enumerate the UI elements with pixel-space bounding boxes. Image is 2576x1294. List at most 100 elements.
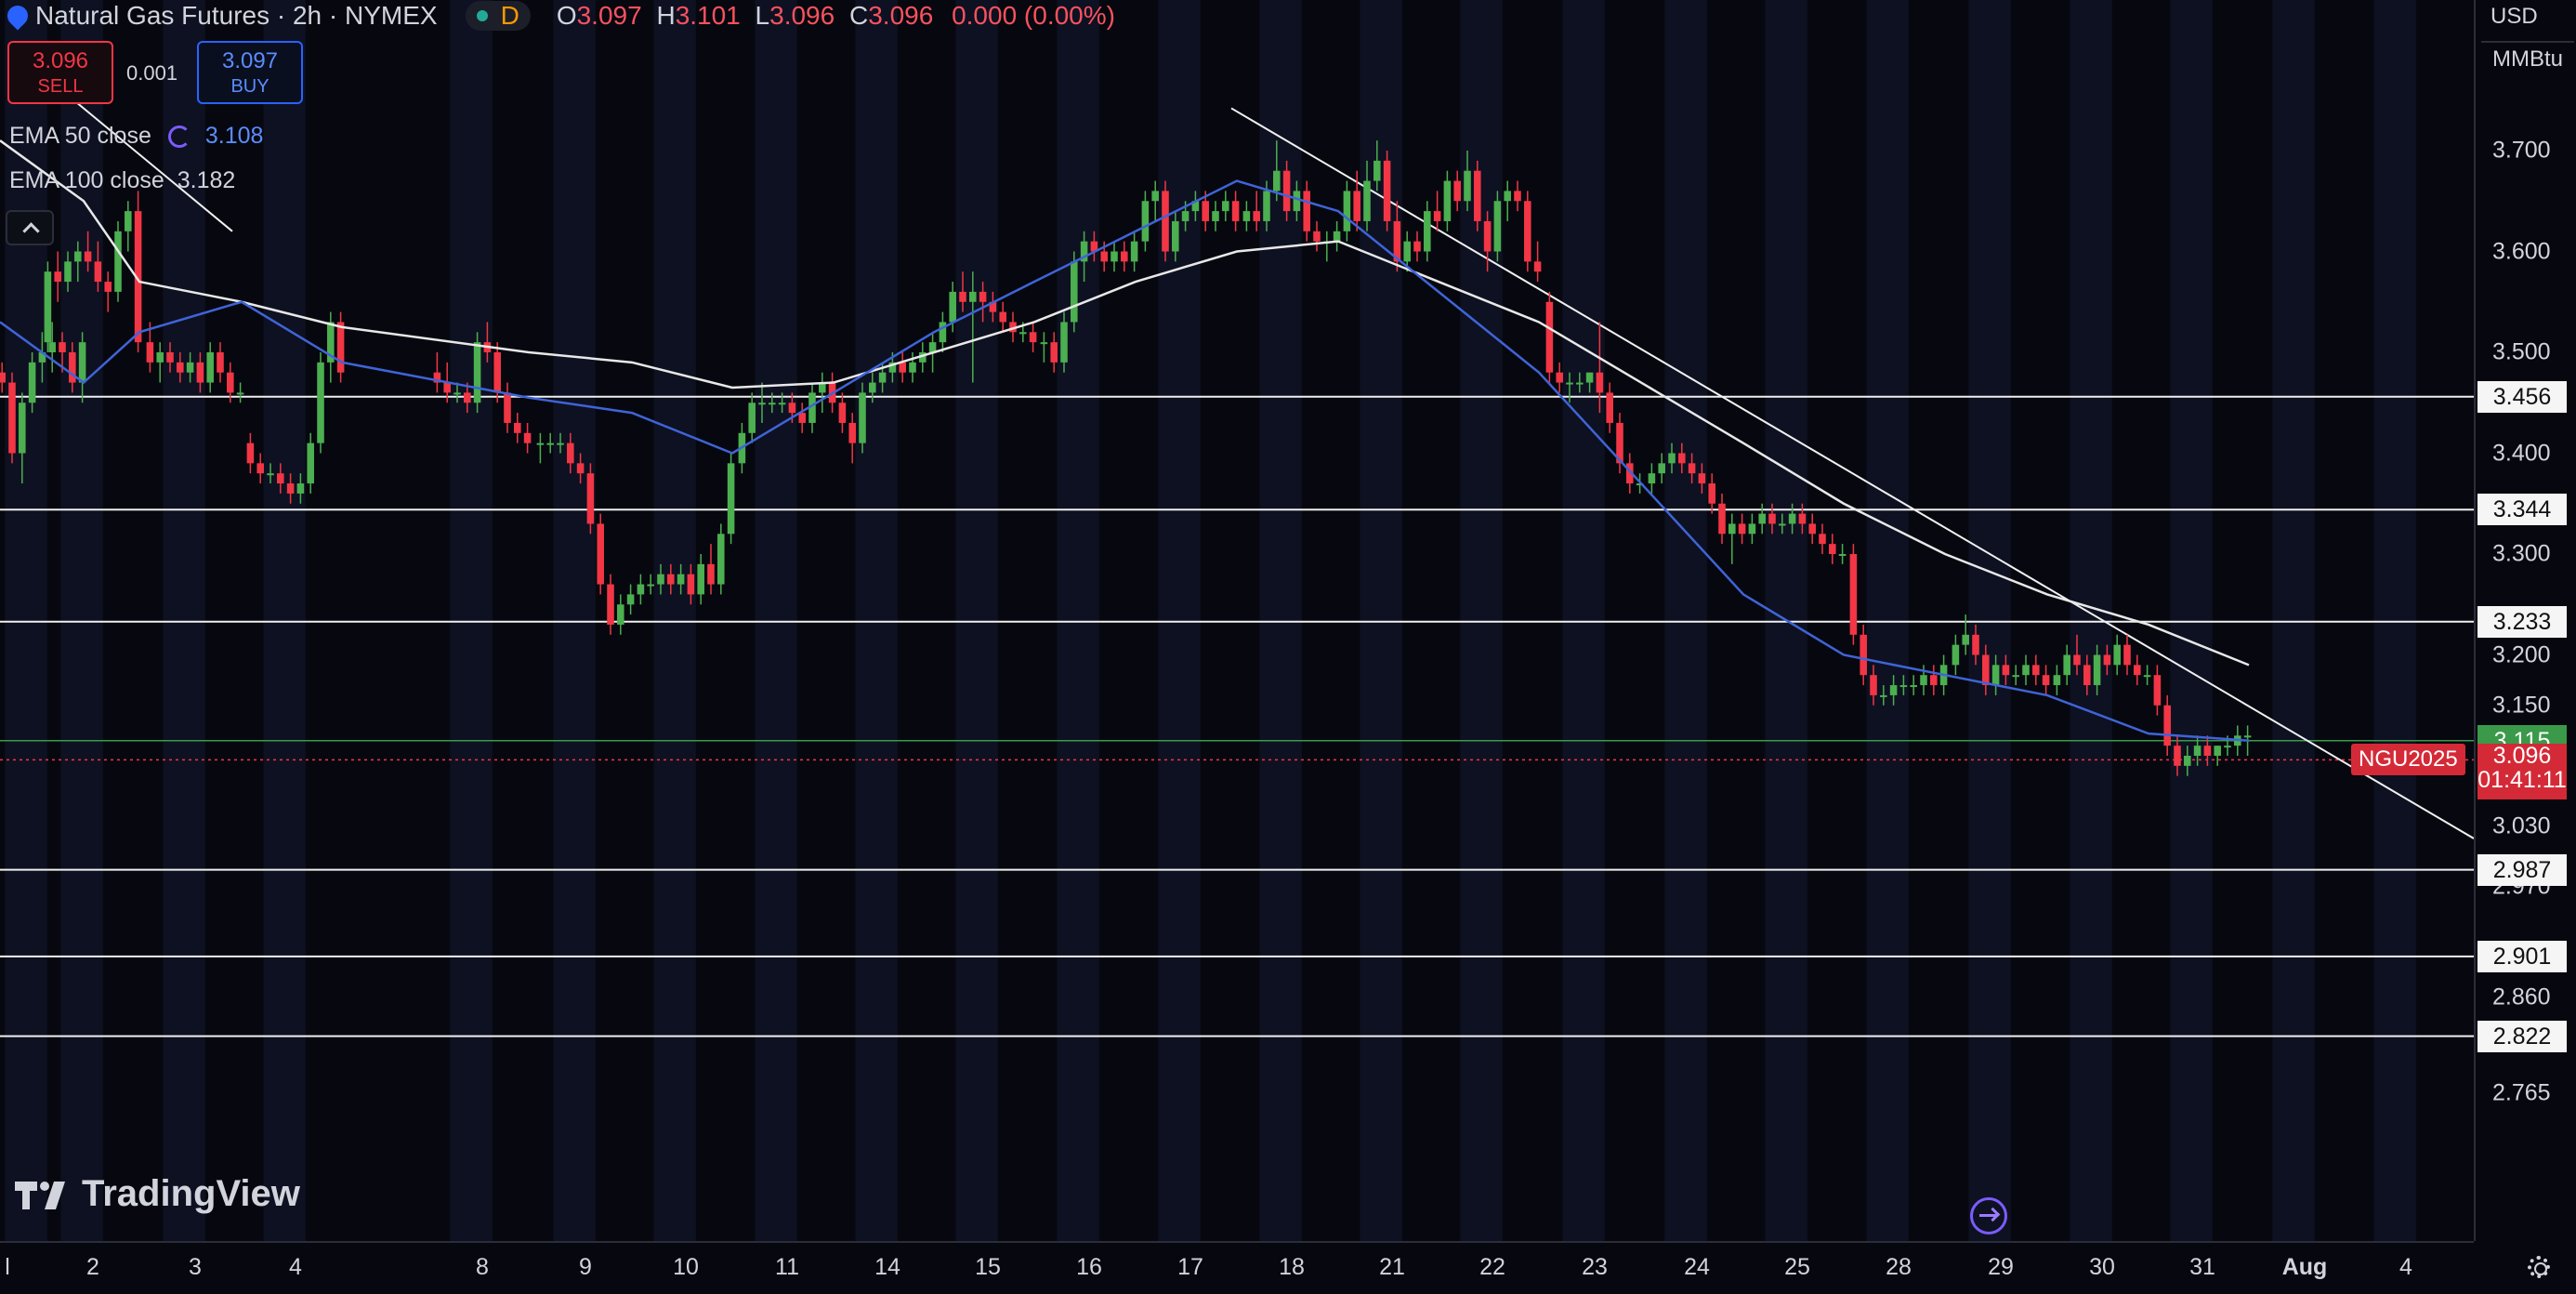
level-price-label[interactable]: 2.987 [2477, 853, 2567, 886]
session-band [2373, 0, 2416, 1241]
level-price-label[interactable]: 3.233 [2477, 605, 2567, 638]
candle [848, 413, 856, 464]
collapse-legend-button[interactable] [6, 210, 54, 245]
candle-body [788, 403, 796, 414]
symbol-title[interactable]: Natural Gas Futures · 2h · NYMEX [35, 1, 438, 31]
candle [1323, 231, 1331, 262]
buy-button[interactable]: 3.097 BUY [197, 41, 303, 104]
session-band [1968, 0, 2011, 1241]
mode-badge: D [500, 1, 519, 30]
session-band [1562, 0, 1605, 1241]
candle-body [1060, 322, 1068, 363]
ema100-legend[interactable]: EMA 100 close 3.182 [9, 167, 235, 194]
candle [1533, 241, 1542, 283]
candle-body [1313, 231, 1321, 242]
session-band [955, 0, 998, 1241]
candle [2143, 665, 2151, 686]
close-value: 3.096 [868, 1, 934, 30]
candle-body [453, 392, 461, 395]
candle-body [758, 403, 766, 405]
candle-body [1920, 675, 1927, 686]
currency-label[interactable]: USD [2491, 4, 2538, 30]
candle [798, 403, 806, 433]
candle-body [1648, 473, 1656, 484]
candle-body [1860, 634, 1867, 676]
candle-body [1991, 665, 2000, 686]
candle-body [1738, 523, 1746, 535]
session-band [755, 0, 797, 1241]
candle [2063, 644, 2070, 686]
last-price-label[interactable]: 3.096 01:41:11 [2477, 744, 2567, 800]
candle [1606, 382, 1613, 433]
tradingview-logo[interactable]: TradingView [13, 1173, 300, 1215]
candle-body [69, 352, 76, 383]
candle-body [493, 352, 501, 393]
candlestick-chart[interactable] [0, 0, 2474, 1241]
gear-hub [2534, 1262, 2547, 1275]
candle-body [1443, 180, 1452, 221]
unit-label[interactable]: MMBtu [2481, 41, 2574, 73]
candle-body [1293, 191, 1301, 212]
candle [0, 362, 6, 393]
candle [899, 352, 906, 383]
sell-button[interactable]: 3.096 SELL [7, 41, 113, 104]
plot-area[interactable]: Natural Gas Futures · 2h · NYMEX D O3.09… [0, 0, 2474, 1241]
candle-body [1514, 191, 1521, 202]
candle [8, 372, 16, 464]
candle [1424, 201, 1431, 262]
level-price-label[interactable]: 2.901 [2477, 940, 2567, 972]
candle-body [769, 403, 776, 405]
market-status-dot-icon [476, 10, 488, 21]
candle-body [1483, 220, 1492, 252]
tradingview-logo-icon [15, 1181, 65, 1209]
candle-body [1808, 523, 1816, 535]
candle-body [267, 473, 274, 476]
candle-body [104, 282, 112, 292]
candle-body [1493, 201, 1502, 252]
candle [493, 342, 501, 403]
level-price-label[interactable]: 3.456 [2477, 380, 2567, 413]
price-tick-label: 2.860 [2492, 984, 2551, 1010]
candle-body [59, 342, 66, 352]
time-tick-label: 25 [1784, 1254, 1810, 1280]
session-band [263, 0, 306, 1241]
go-to-realtime-button[interactable] [1970, 1197, 2007, 1235]
candle-body [1231, 201, 1240, 221]
price-axis[interactable]: USD MMBtu 3.700 3.600 3.500 3.400 3.300 3.200… [2474, 0, 2576, 1241]
candle-body [999, 311, 1006, 323]
level-price-label[interactable]: 2.822 [2477, 1020, 2567, 1052]
candle [1556, 362, 1563, 393]
settings-gear-icon[interactable] [2528, 1256, 2550, 1278]
candle [1313, 220, 1321, 252]
symbol-price-tag[interactable]: NGU2025 [2351, 744, 2465, 776]
candle-body [576, 463, 585, 474]
candle-body [236, 392, 244, 395]
candle-body [1019, 332, 1027, 335]
candle-body [1788, 513, 1796, 524]
candle [1545, 291, 1554, 383]
droplet-icon [3, 1, 33, 31]
time-tick-label: 21 [1379, 1254, 1405, 1280]
ema50-legend[interactable]: EMA 50 close 3.108 [9, 123, 263, 150]
candle [2042, 665, 2050, 695]
candle [1860, 624, 1867, 686]
candle-body [677, 574, 685, 585]
candle-body [1556, 372, 1563, 383]
candle-body [586, 473, 595, 524]
candle-body [2174, 746, 2181, 766]
arrow-head-icon [1985, 1207, 2001, 1222]
market-status-pill[interactable]: D [465, 1, 531, 31]
candle-body [2123, 644, 2131, 666]
buy-price: 3.097 [221, 48, 279, 73]
candle [1930, 665, 1938, 695]
ema-lines [0, 139, 2250, 742]
candle-body [1728, 523, 1736, 535]
candle-body [2002, 665, 2010, 676]
candle-body [1768, 513, 1776, 524]
candle-body [1433, 211, 1441, 221]
session-band [2070, 0, 2112, 1241]
level-price-label[interactable]: 3.344 [2477, 494, 2567, 526]
time-tick-label: 29 [1988, 1254, 2014, 1280]
time-axis[interactable]: l 2 3 4 8 9 10 11 14 15 16 17 18 21 22 23 24 25 28 29 30 31 Au… [0, 1241, 2550, 1294]
candle-body [1585, 372, 1594, 383]
